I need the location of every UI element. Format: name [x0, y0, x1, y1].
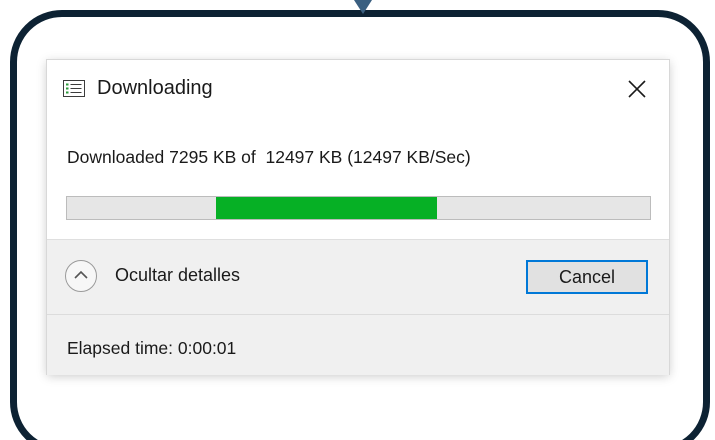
hide-details-label: Ocultar detalles: [115, 265, 241, 285]
list-window-icon: [63, 80, 85, 97]
dialog-title: Downloading: [97, 77, 213, 99]
title-bar: Downloading: [47, 60, 669, 116]
progress-bar: [66, 196, 651, 220]
progress-fill: [215, 197, 438, 219]
details-panel: Ocultar detalles Cancel Elapsed time: 0:…: [47, 239, 669, 375]
divider: [47, 314, 669, 315]
elapsed-time: Elapsed time: 0:00:01: [67, 338, 237, 358]
download-status-text: Downloaded 7295 KB of 12497 KB (12497 KB…: [67, 147, 471, 167]
download-dialog: Downloading Downloaded 7295 KB of 12497 …: [47, 60, 669, 375]
chevron-up-icon: [65, 260, 97, 292]
screenshot-stage: Downloading Downloaded 7295 KB of 12497 …: [0, 0, 715, 440]
callout-pointer: [354, 0, 372, 14]
cancel-button[interactable]: Cancel: [526, 260, 648, 294]
close-button[interactable]: [621, 74, 653, 104]
